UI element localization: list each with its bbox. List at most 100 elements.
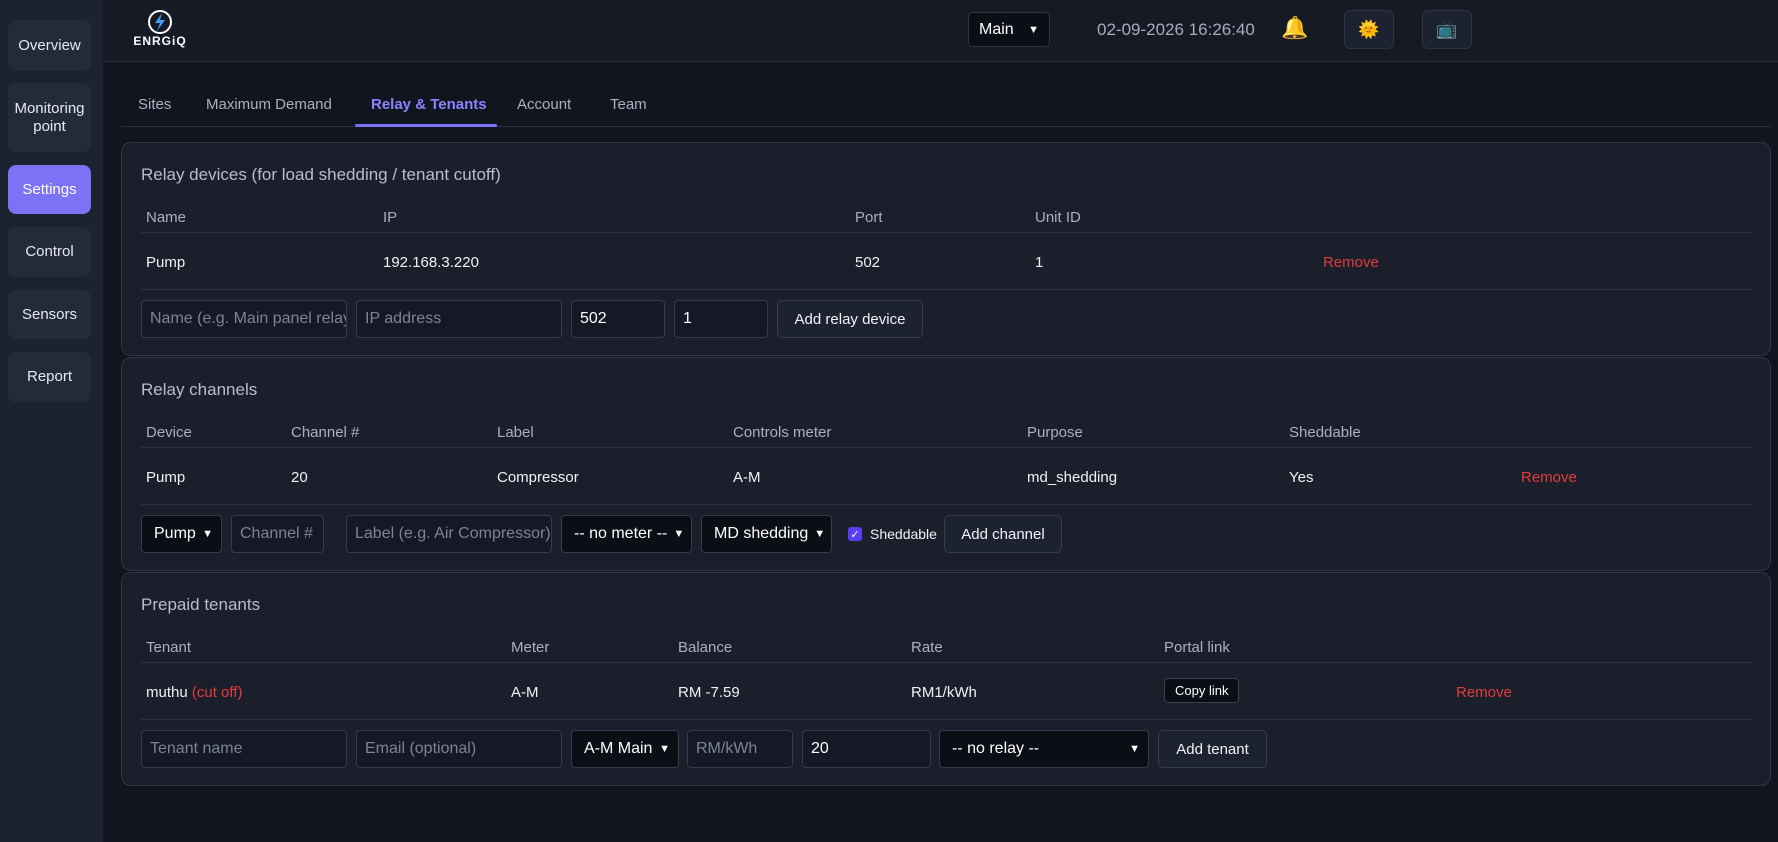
channel-device-select-value: Pump: [154, 525, 196, 542]
channel-purpose-select-value: MD shedding: [714, 525, 809, 542]
device-name: Pump: [146, 254, 186, 271]
column-header-unit-id: Unit ID: [1035, 209, 1081, 226]
tenant-rate: RM1/kWh: [911, 684, 977, 701]
column-header-sheddable: Sheddable: [1289, 424, 1361, 441]
divider: [141, 289, 1752, 290]
site-select[interactable]: Main ▼: [968, 12, 1050, 47]
channel-purpose: md_shedding: [1027, 469, 1118, 486]
relay-ip-input[interactable]: IP address: [356, 300, 562, 338]
sidebar-item-monitoring-point[interactable]: Monitoring point: [8, 83, 91, 152]
relay-devices-card: Relay devices (for load shedding / tenan…: [121, 142, 1771, 356]
sidebar-item-settings[interactable]: Settings: [8, 165, 91, 214]
theme-toggle-button[interactable]: 🌞: [1344, 10, 1394, 49]
channel-meter: A-M: [733, 469, 761, 486]
display-mode-button[interactable]: 📺: [1422, 10, 1472, 49]
sidebar-item-overview[interactable]: Overview: [8, 20, 91, 71]
relay-unit-id-input[interactable]: 1: [674, 300, 768, 338]
sidebar-item-report[interactable]: Report: [8, 352, 91, 402]
lightning-icon: [148, 10, 172, 34]
device-unit-id: 1: [1035, 254, 1044, 271]
channel-device: Pump: [146, 469, 186, 486]
column-header-controls-meter: Controls meter: [733, 424, 832, 441]
column-header-portal-link: Portal link: [1164, 639, 1230, 656]
relay-channels-card: Relay channels Device Channel # Label Co…: [121, 357, 1771, 571]
logo-text: ENRGiQ: [133, 34, 187, 48]
column-header-balance: Balance: [678, 639, 733, 656]
channel-device-select[interactable]: Pump ▼: [141, 515, 222, 553]
divider: [141, 719, 1752, 720]
settings-tabs: Sites Maximum Demand Relay & Tenants Acc…: [121, 82, 1771, 127]
site-select-value: Main: [979, 20, 1014, 38]
tenant-value-input[interactable]: 20: [802, 730, 931, 768]
tenant-name-text: muthu: [146, 684, 188, 701]
tab-maximum-demand[interactable]: Maximum Demand: [206, 96, 332, 113]
chevron-down-icon: ▼: [673, 528, 685, 540]
remove-device-link[interactable]: Remove: [1323, 254, 1379, 271]
sidebar-item-control[interactable]: Control: [8, 227, 91, 277]
column-header-device: Device: [146, 424, 192, 441]
tab-team[interactable]: Team: [610, 96, 647, 113]
column-header-name: Name: [146, 209, 187, 226]
channel-meter-select-value: -- no meter --: [574, 525, 668, 542]
tenant-meter-select[interactable]: A-M Main ▼: [571, 730, 679, 768]
chevron-down-icon: ▼: [1129, 743, 1140, 755]
chevron-down-icon: ▼: [1028, 23, 1039, 36]
add-relay-device-button[interactable]: Add relay device: [777, 300, 923, 338]
tab-sites[interactable]: Sites: [138, 96, 171, 113]
add-channel-button[interactable]: Add channel: [944, 515, 1062, 553]
card-title: Relay channels: [141, 380, 258, 399]
relay-port-input[interactable]: 502: [571, 300, 665, 338]
chevron-down-icon: ▼: [659, 743, 670, 755]
column-header-meter: Meter: [511, 639, 550, 656]
column-header-tenant: Tenant: [146, 639, 192, 656]
topbar: ENRGiQ Main ▼ 02-09-2026 16:26:40 🔔 🌞 📺: [103, 0, 1778, 62]
divider: [141, 504, 1752, 505]
remove-channel-link[interactable]: Remove: [1521, 469, 1577, 486]
active-tab-indicator: [355, 124, 497, 127]
tenant-email-input[interactable]: Email (optional): [356, 730, 562, 768]
channel-meter-select[interactable]: -- no meter -- ▼: [561, 515, 692, 553]
tenant-status-badge: (cut off): [191, 684, 243, 701]
brand-logo[interactable]: ENRGiQ: [128, 10, 192, 48]
channel-number-input[interactable]: Channel #: [231, 515, 324, 553]
column-header-purpose: Purpose: [1027, 424, 1083, 441]
channel-purpose-select[interactable]: MD shedding ▼: [701, 515, 832, 553]
add-tenant-button[interactable]: Add tenant: [1158, 730, 1267, 768]
current-datetime: 02-09-2026 16:26:40: [1097, 20, 1255, 39]
column-header-channel: Channel #: [291, 424, 360, 441]
sidebar-item-sensors[interactable]: Sensors: [8, 290, 91, 339]
tenant-relay-select[interactable]: -- no relay -- ▼: [939, 730, 1149, 768]
card-title: Prepaid tenants: [141, 595, 261, 614]
channel-number: 20: [291, 469, 308, 486]
chevron-down-icon: ▼: [814, 528, 826, 540]
column-header-label: Label: [497, 424, 534, 441]
relay-name-input[interactable]: Name (e.g. Main panel relay): [141, 300, 347, 338]
card-title: Relay devices (for load shedding / tenan…: [141, 165, 501, 184]
tv-icon: 📺: [1436, 19, 1458, 39]
device-ip: 192.168.3.220: [383, 254, 479, 271]
tenant-name-input[interactable]: Tenant name: [141, 730, 347, 768]
tenant-balance: RM -7.59: [678, 684, 740, 701]
channel-label: Compressor: [497, 469, 579, 486]
bell-icon[interactable]: 🔔: [1281, 15, 1308, 41]
device-port: 502: [855, 254, 881, 271]
divider: [141, 662, 1752, 663]
copy-link-button[interactable]: Copy link: [1164, 678, 1240, 703]
channel-label-input[interactable]: Label (e.g. Air Compressor): [346, 515, 552, 553]
tenant-meter-select-value: A-M Main: [584, 740, 653, 757]
channel-sheddable: Yes: [1289, 469, 1314, 486]
chevron-down-icon: ▼: [202, 528, 213, 540]
remove-tenant-link[interactable]: Remove: [1456, 684, 1512, 701]
sidebar: Overview Monitoring point Settings Contr…: [0, 0, 103, 842]
tenant-relay-select-value: -- no relay --: [952, 740, 1040, 757]
divider: [141, 232, 1752, 233]
tab-account[interactable]: Account: [517, 96, 571, 113]
sheddable-checkbox[interactable]: ✓: [848, 527, 862, 541]
tenant-name: muthu (cut off): [146, 684, 242, 701]
sheddable-checkbox-label: Sheddable: [870, 526, 937, 542]
tab-relay-tenants[interactable]: Relay & Tenants: [371, 96, 487, 113]
divider: [141, 447, 1752, 448]
tenant-meter: A-M: [511, 684, 539, 701]
tenant-rate-input[interactable]: RM/kWh: [687, 730, 793, 768]
column-header-rate: Rate: [911, 639, 943, 656]
